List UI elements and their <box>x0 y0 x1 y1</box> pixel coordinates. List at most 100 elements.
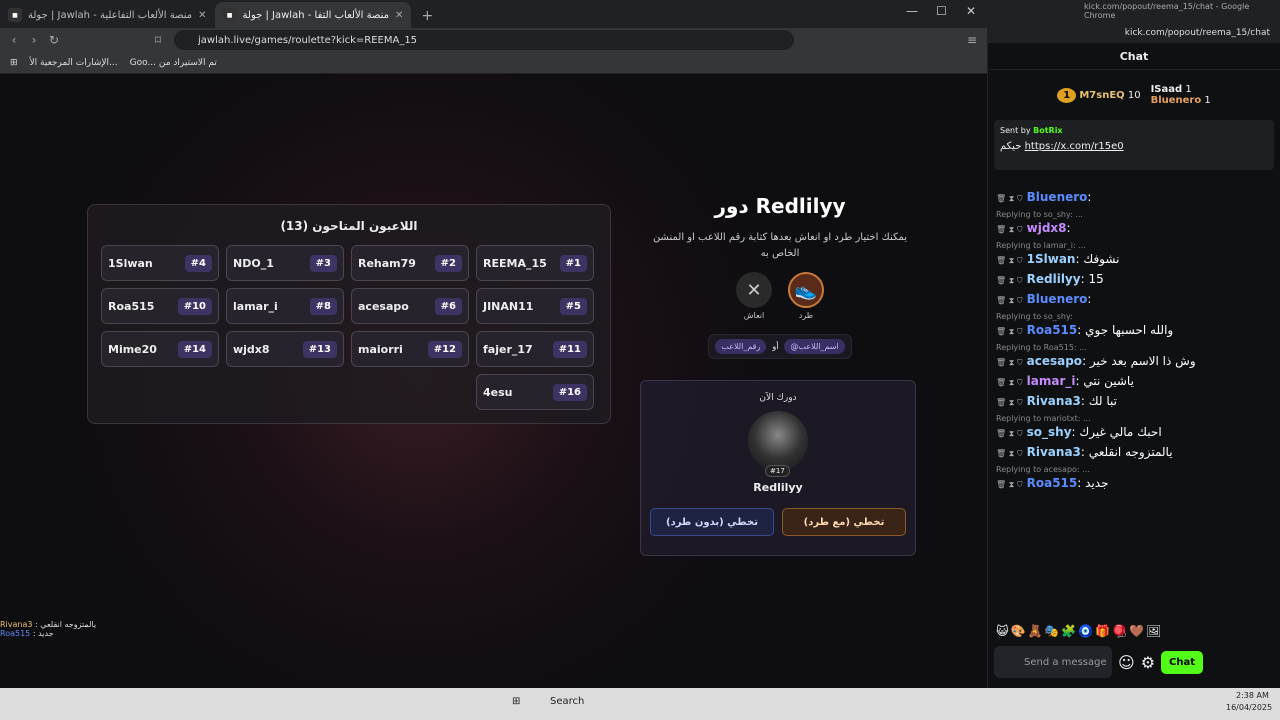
close-tab-icon[interactable]: ✕ <box>198 10 206 21</box>
player-number: #12 <box>427 340 462 358</box>
bookmark-folder-2[interactable]: Goo... تم الاستيراد من <box>130 58 217 68</box>
address-bar[interactable]: jawlah.live/games/roulette?kick=REEMA_15 <box>174 30 794 50</box>
player-card[interactable]: maiorri #12 <box>351 331 469 367</box>
current-turn-label: دورك الآن <box>759 393 797 403</box>
minimize-icon[interactable]: — <box>906 4 918 18</box>
chat-user[interactable]: Rivana3 <box>1027 445 1081 459</box>
apps-icon[interactable]: ⊞ <box>10 58 18 68</box>
turn-title: دور Redlilyy <box>714 194 846 218</box>
player-name: fajer_17 <box>483 342 533 356</box>
chat-user[interactable]: Roa515 <box>1027 323 1078 337</box>
tab-bar: ■ جولة | Jawlah - منصة الألعاب التفاعلية… <box>0 0 987 28</box>
leader-count: 10 <box>1127 89 1141 101</box>
tab-2[interactable]: ■ جولة | Jawlah - منصة الألعاب التفا ✕ <box>214 2 412 28</box>
leader-count: 1 <box>1204 95 1211 106</box>
chat-user[interactable]: Roa515 <box>1027 476 1078 490</box>
close-tab-icon[interactable]: ✕ <box>395 10 403 21</box>
chat-input-row: Send a message ☺ ⚙ Chat <box>994 646 1274 678</box>
player-card[interactable]: fajer_17 #11 <box>476 331 594 367</box>
taskbar-time: 2:38 AM <box>1236 691 1269 700</box>
player-number: #1 <box>559 254 587 272</box>
revive-action[interactable]: ✕ انعاش <box>736 272 772 320</box>
player-card[interactable]: Mime20 #14 <box>101 331 219 367</box>
taskbar-search[interactable]: Search <box>550 696 584 707</box>
bookmark-folder-1[interactable]: الإشارات المرجعية الأ... <box>30 58 118 68</box>
chat-user[interactable]: wjdx8 <box>1027 221 1067 235</box>
emote-bar[interactable]: 😺🎨🧸🎭🧩🧿🎁🪀🤎🖼 <box>996 624 1163 638</box>
chat-text: تبا لك <box>1088 394 1117 408</box>
skip-with-kick-button[interactable]: تخطي (مع طرد) <box>782 508 906 536</box>
player-card[interactable]: REEMA_15 #1 <box>476 245 594 281</box>
player-name: wjdx8 <box>233 342 270 356</box>
rank-badge-icon: 1 <box>1057 87 1077 103</box>
badge-icons: 🗑 ⧗ ⛉ <box>996 378 1023 387</box>
chat-send-button[interactable]: Chat <box>1161 650 1204 674</box>
chat-input[interactable]: Send a message <box>994 646 1112 678</box>
player-name: JINAN11 <box>483 299 534 313</box>
player-card[interactable]: Reham79 #2 <box>351 245 469 281</box>
player-number: #13 <box>302 340 337 358</box>
player-card[interactable]: Roa515 #10 <box>101 288 219 324</box>
pinned-message: Sent by BotRix حيكم https://x.com/r15e0 <box>994 120 1274 170</box>
player-card[interactable]: NDO_1 #3 <box>226 245 344 281</box>
players-panel: اللاعبون المتاحون (13) 1Slwan #4 NDO_1 #3 … <box>87 204 611 424</box>
chat-user[interactable]: Redlilyy <box>1027 272 1081 286</box>
pinned-link[interactable]: https://x.com/r15e0 <box>1025 141 1124 152</box>
leader-name: Bluenero <box>1150 95 1202 106</box>
settings-icon[interactable]: ⚙ <box>1141 653 1155 672</box>
emoji-icon[interactable]: ☺ <box>1118 653 1135 672</box>
badge-icons: 🗑 ⧗ ⛉ <box>996 256 1023 265</box>
chat-message: 🗑 ⧗ ⛉ Roa515: جديد <box>996 476 1109 490</box>
reload-icon[interactable]: ↻ <box>42 33 66 47</box>
badge-icons: 🗑 ⧗ ⛉ <box>996 296 1023 305</box>
overlay-message: Rivana3 : يالمتزوجه انقلعي <box>0 620 200 629</box>
player-card[interactable]: 1Slwan #4 <box>101 245 219 281</box>
skip-without-kick-button[interactable]: تخطي (بدون طرد) <box>650 508 774 536</box>
chat-user[interactable]: Bluenero <box>1027 292 1088 306</box>
pinned-prefix: حيكم <box>1000 141 1022 152</box>
player-number: #3 <box>309 254 337 272</box>
new-tab-button[interactable]: + <box>411 8 443 28</box>
action-buttons: ✕ انعاش 👟 طرد <box>636 272 924 320</box>
bookmark-icon[interactable]: ⌑ <box>146 33 170 47</box>
player-card[interactable]: lamar_i #8 <box>226 288 344 324</box>
close-window-icon[interactable]: ✕ <box>966 4 976 18</box>
player-card[interactable]: wjdx8 #13 <box>226 331 344 367</box>
chat-message: 🗑 ⧗ ⛉ acesapo: وش ذا الاسم بعد خير <box>996 354 1196 368</box>
kick-action[interactable]: 👟 طرد <box>788 272 824 320</box>
leader-name: ISaad <box>1150 84 1183 95</box>
chat-message: 🗑 ⧗ ⛉ so_shy: احبك مالي غيرك <box>996 425 1162 439</box>
skip-buttons: تخطي (بدون طرد) تخطي (مع طرد) <box>641 508 915 536</box>
player-card[interactable]: acesapo #6 <box>351 288 469 324</box>
leader-1: 1 M7snEQ 10 <box>1057 87 1141 103</box>
badge-icons: 🗑 ⧗ ⛉ <box>996 429 1023 438</box>
overlay-user: Roa515 <box>0 629 31 638</box>
chat-user[interactable]: 1Slwan <box>1027 252 1076 266</box>
tab-1[interactable]: ■ جولة | Jawlah - منصة الألعاب التفاعلية… <box>0 2 215 28</box>
chat-user[interactable]: acesapo <box>1027 354 1082 368</box>
reply-context: Replying to so_shy: ... <box>996 210 1083 219</box>
start-icon[interactable]: ⊞ <box>512 696 520 707</box>
chat-user[interactable]: lamar_i <box>1027 374 1076 388</box>
chat-user[interactable]: so_shy <box>1027 425 1072 439</box>
tag-or: أو <box>772 342 779 351</box>
player-number: #4 <box>184 254 212 272</box>
revive-label: انعاش <box>743 311 765 320</box>
player-card[interactable]: JINAN11 #5 <box>476 288 594 324</box>
popout-address[interactable]: kick.com/popout/reema_15/chat <box>988 22 1280 44</box>
revive-icon: ✕ <box>736 272 772 308</box>
player-name: REEMA_15 <box>483 256 547 270</box>
empty-slot <box>226 374 344 410</box>
pinned-sent-by: Sent by <box>1000 126 1031 135</box>
taskbar-date: 16/04/2025 <box>1226 703 1273 712</box>
player-number: #5 <box>559 297 587 315</box>
jawlah-favicon-icon: ■ <box>8 8 22 22</box>
chat-user[interactable]: Rivana3 <box>1027 394 1081 408</box>
player-card[interactable]: 4esu #16 <box>476 374 594 410</box>
chat-text: والله احسبها جوي <box>1085 323 1174 337</box>
chat-user[interactable]: Bluenero <box>1027 190 1088 204</box>
leader-count: 1 <box>1185 84 1192 95</box>
maximize-icon[interactable]: ☐ <box>936 4 947 18</box>
menu-icon[interactable]: ≡ <box>960 33 984 47</box>
reply-context: Replying to so_shy: <box>996 312 1073 321</box>
